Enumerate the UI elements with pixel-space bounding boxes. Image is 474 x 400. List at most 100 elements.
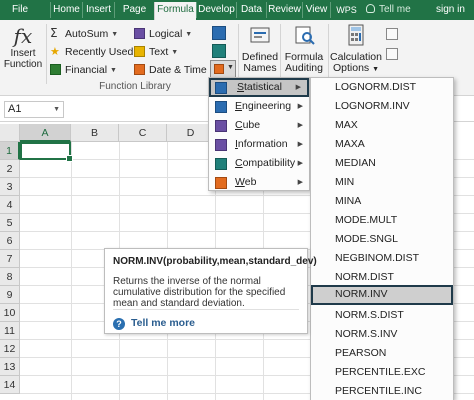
tab-file[interactable]: File bbox=[0, 2, 40, 18]
tell-me-more-label: Tell me more bbox=[131, 317, 195, 329]
information-label: nformation bbox=[237, 138, 288, 150]
chevron-down-icon: ▼ bbox=[111, 31, 119, 38]
logical-button[interactable]: Logical ▼ bbox=[134, 26, 192, 42]
tab-view[interactable]: View bbox=[302, 2, 330, 18]
more-functions-menu: Statistical ▶ Engineering ▶ Cube ▶ Infor… bbox=[208, 77, 310, 191]
function-item[interactable]: MAX bbox=[311, 116, 453, 135]
sign-in-link[interactable]: sign in bbox=[436, 2, 465, 18]
recently-used-button[interactable]: ★Recently Used▼ bbox=[50, 44, 143, 60]
function-item[interactable]: PERCENTILE.EXC bbox=[311, 363, 453, 382]
tab-home[interactable]: Home bbox=[50, 2, 82, 18]
row-header-8[interactable]: 8 bbox=[0, 268, 20, 286]
row-header-12[interactable]: 12 bbox=[0, 340, 20, 358]
text-button[interactable]: Text ▼ bbox=[134, 44, 178, 60]
tell-me-search[interactable]: Tell me bbox=[366, 2, 411, 18]
star-icon: ★ bbox=[50, 46, 60, 58]
calculate-now-icon[interactable] bbox=[386, 28, 398, 40]
row-header-7[interactable]: 7 bbox=[0, 250, 20, 268]
menu-item-statistical[interactable]: Statistical ▶ bbox=[209, 78, 309, 97]
web-mnemonic: W bbox=[235, 176, 245, 188]
column-header-a[interactable]: A bbox=[20, 124, 71, 142]
chevron-down-icon: ▼ bbox=[227, 64, 234, 71]
function-item[interactable]: PERCENTILE.INC bbox=[311, 382, 453, 400]
function-item[interactable]: MODE.MULT bbox=[311, 211, 453, 230]
function-item[interactable]: MODE.SNGL bbox=[311, 230, 453, 249]
menu-item-engineering[interactable]: Engineering ▶ bbox=[209, 97, 309, 116]
row-header-3[interactable]: 3 bbox=[0, 178, 20, 196]
row-header-4[interactable]: 4 bbox=[0, 196, 20, 214]
chevron-right-icon: ▶ bbox=[297, 141, 303, 148]
menu-item-information[interactable]: Information ▶ bbox=[209, 135, 309, 154]
function-item-highlighted[interactable]: NORM.INV bbox=[311, 285, 453, 305]
function-item[interactable]: NORM.S.INV bbox=[311, 325, 453, 344]
calculation-options-button[interactable]: Calculation Options ▼ bbox=[330, 24, 382, 75]
select-all-corner[interactable] bbox=[0, 124, 20, 142]
function-description: Returns the inverse of the normal cumula… bbox=[113, 276, 286, 309]
chevron-right-icon: ▶ bbox=[297, 160, 303, 167]
function-item[interactable]: MINA bbox=[311, 192, 453, 211]
menu-item-compatibility[interactable]: Compatibility ▶ bbox=[209, 154, 309, 173]
menu-item-web[interactable]: Web ▶ bbox=[209, 173, 309, 192]
tab-developer[interactable]: Develop bbox=[196, 2, 236, 18]
menu-item-cube[interactable]: Cube ▶ bbox=[209, 116, 309, 135]
tab-formulas[interactable]: Formula bbox=[154, 2, 196, 20]
row-header-14[interactable]: 14 bbox=[0, 376, 20, 394]
more-functions-icon bbox=[214, 64, 224, 74]
active-cell-a1[interactable] bbox=[20, 142, 73, 162]
formula-auditing-label-2-text: Auditing bbox=[285, 62, 323, 74]
help-icon: ? bbox=[113, 318, 125, 330]
row-header-6[interactable]: 6 bbox=[0, 232, 20, 250]
recently-used-label: Recently Used bbox=[65, 46, 134, 58]
defined-names-label-2-text: Names bbox=[243, 62, 277, 74]
function-item[interactable]: LOGNORM.INV bbox=[311, 97, 453, 116]
ribbon-divider bbox=[280, 24, 281, 84]
function-item[interactable]: MAXA bbox=[311, 135, 453, 154]
logical-label: Logical bbox=[149, 28, 183, 40]
column-header-b[interactable]: B bbox=[71, 124, 119, 142]
chevron-down-icon: ▼ bbox=[53, 106, 60, 113]
function-item[interactable]: NORM.S.DIST bbox=[311, 306, 453, 325]
function-item[interactable]: PEARSON bbox=[311, 344, 453, 363]
compatibility-label: ompatibility bbox=[242, 157, 296, 169]
financial-button[interactable]: Financial ▼ bbox=[50, 62, 117, 78]
excel-window: File Home Insert Page Lay Formula Develo… bbox=[0, 0, 474, 400]
function-item[interactable]: MEDIAN bbox=[311, 154, 453, 173]
row-header-10[interactable]: 10 bbox=[0, 304, 20, 322]
compatibility-mnemonic: C bbox=[235, 157, 243, 169]
chevron-down-icon: ▼ bbox=[185, 31, 193, 38]
tab-insert[interactable]: Insert bbox=[82, 2, 114, 18]
date-time-button[interactable]: Date & Time▼ bbox=[134, 62, 217, 78]
insert-function-button[interactable]: fx Insert Function bbox=[2, 24, 44, 78]
name-box[interactable]: A1 ▼ bbox=[4, 101, 64, 118]
function-item[interactable]: NEGBINOM.DIST bbox=[311, 249, 453, 268]
row-header-13[interactable]: 13 bbox=[0, 358, 20, 376]
tell-me-more-link[interactable]: ? Tell me more bbox=[113, 316, 195, 330]
more-functions-button[interactable]: ▼ bbox=[210, 60, 236, 78]
fx-icon: fx bbox=[13, 24, 33, 48]
row-header-2[interactable]: 2 bbox=[0, 160, 20, 178]
function-tooltip: NORM.INV(probability,mean,standard_dev) … bbox=[104, 248, 317, 334]
chevron-right-icon: ▶ bbox=[297, 122, 303, 129]
row-header-9[interactable]: 9 bbox=[0, 286, 20, 304]
function-item[interactable]: MIN bbox=[311, 173, 453, 192]
math-trig-icon[interactable] bbox=[212, 44, 226, 58]
function-item[interactable]: LOGNORM.DIST bbox=[311, 78, 453, 97]
row-header-11[interactable]: 11 bbox=[0, 322, 20, 340]
chevron-down-icon: ▼ bbox=[171, 49, 179, 56]
autosum-button[interactable]: Σ AutoSum ▼ bbox=[50, 26, 118, 42]
chevron-right-icon: ▶ bbox=[295, 84, 301, 91]
tab-review[interactable]: Review bbox=[266, 2, 302, 18]
text-book-icon bbox=[134, 46, 145, 57]
column-header-c[interactable]: C bbox=[119, 124, 167, 142]
lookup-reference-icon[interactable] bbox=[212, 26, 226, 40]
ribbon-tab-bar: File Home Insert Page Lay Formula Develo… bbox=[0, 0, 474, 31]
engineering-mnemonic: E bbox=[235, 100, 243, 112]
row-header-5[interactable]: 5 bbox=[0, 214, 20, 232]
chevron-down-icon: ▼ bbox=[110, 67, 117, 74]
row-header-1[interactable]: 1 bbox=[0, 142, 20, 160]
chevron-right-icon: ▶ bbox=[297, 103, 303, 110]
tab-page-layout[interactable]: Page Lay bbox=[114, 2, 154, 31]
tab-data[interactable]: Data bbox=[236, 2, 266, 18]
tab-wps-pdf[interactable]: WPS PDI bbox=[330, 2, 362, 31]
calculate-sheet-icon[interactable] bbox=[386, 48, 398, 60]
